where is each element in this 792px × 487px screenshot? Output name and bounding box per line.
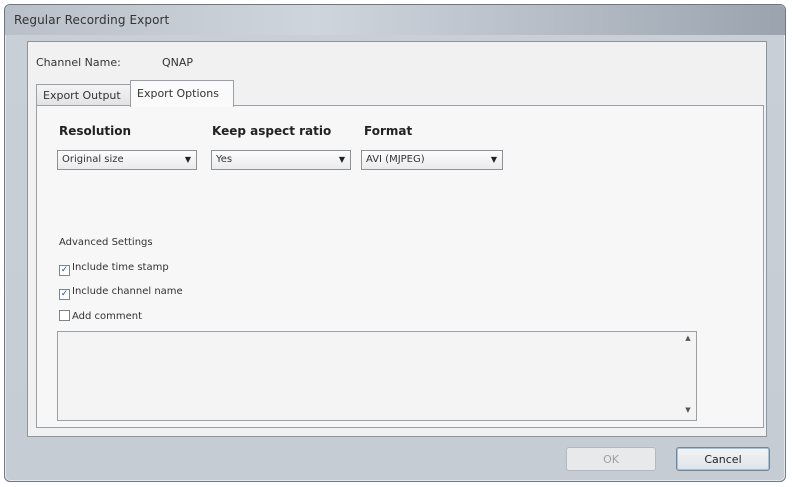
unchecked-box-icon[interactable] [59, 310, 70, 321]
tab-export-output-label: Export Output [43, 89, 121, 102]
check-icon[interactable]: ✓ [59, 265, 70, 276]
title-bar[interactable]: Regular Recording Export [5, 5, 785, 35]
include-channel-name-label: Include channel name [72, 286, 183, 297]
include-time-stamp-checkbox[interactable]: ✓ Include time stamp [59, 262, 169, 276]
ok-button-label: OK [603, 453, 619, 466]
format-select[interactable]: AVI (MJPEG) ▼ [361, 150, 503, 170]
comment-scrollbar[interactable]: ▲ ▼ [682, 334, 694, 418]
channel-name-label: Channel Name: [36, 56, 121, 69]
ok-button[interactable]: OK [566, 447, 656, 471]
export-options-panel: Resolution Original size ▼ Keep aspect r… [36, 105, 764, 428]
cancel-button-label: Cancel [704, 453, 742, 466]
resolution-value: Original size [62, 154, 124, 165]
dialog-body: Channel Name: QNAP Export Output Export … [27, 41, 767, 437]
tab-export-options[interactable]: Export Options [130, 80, 234, 107]
aspect-ratio-value: Yes [216, 154, 233, 165]
window-title: Regular Recording Export [14, 13, 170, 27]
include-channel-name-checkbox[interactable]: ✓ Include channel name [59, 286, 183, 300]
chevron-down-icon: ▼ [490, 155, 497, 164]
aspect-ratio-label: Keep aspect ratio [212, 124, 332, 138]
arrow-down-icon[interactable]: ▼ [682, 406, 694, 418]
resolution-select[interactable]: Original size ▼ [57, 150, 197, 170]
cancel-button[interactable]: Cancel [676, 447, 770, 471]
tab-export-options-label: Export Options [137, 87, 219, 100]
advanced-settings-label: Advanced Settings [59, 237, 153, 248]
channel-name-value: QNAP [162, 56, 194, 69]
format-label: Format [364, 124, 413, 138]
check-icon[interactable]: ✓ [59, 289, 70, 300]
include-time-stamp-label: Include time stamp [72, 262, 169, 273]
format-value: AVI (MJPEG) [366, 154, 425, 165]
arrow-up-icon[interactable]: ▲ [682, 334, 694, 346]
chevron-down-icon: ▼ [184, 155, 191, 164]
add-comment-label: Add comment [72, 311, 143, 322]
export-dialog: Regular Recording Export Channel Name: Q… [4, 4, 786, 482]
tab-export-output[interactable]: Export Output [36, 84, 132, 106]
aspect-ratio-select[interactable]: Yes ▼ [211, 150, 351, 170]
resolution-label: Resolution [59, 124, 132, 138]
add-comment-checkbox[interactable]: Add comment [59, 310, 142, 324]
comment-textarea[interactable]: ▲ ▼ [57, 331, 697, 421]
chevron-down-icon: ▼ [338, 155, 345, 164]
